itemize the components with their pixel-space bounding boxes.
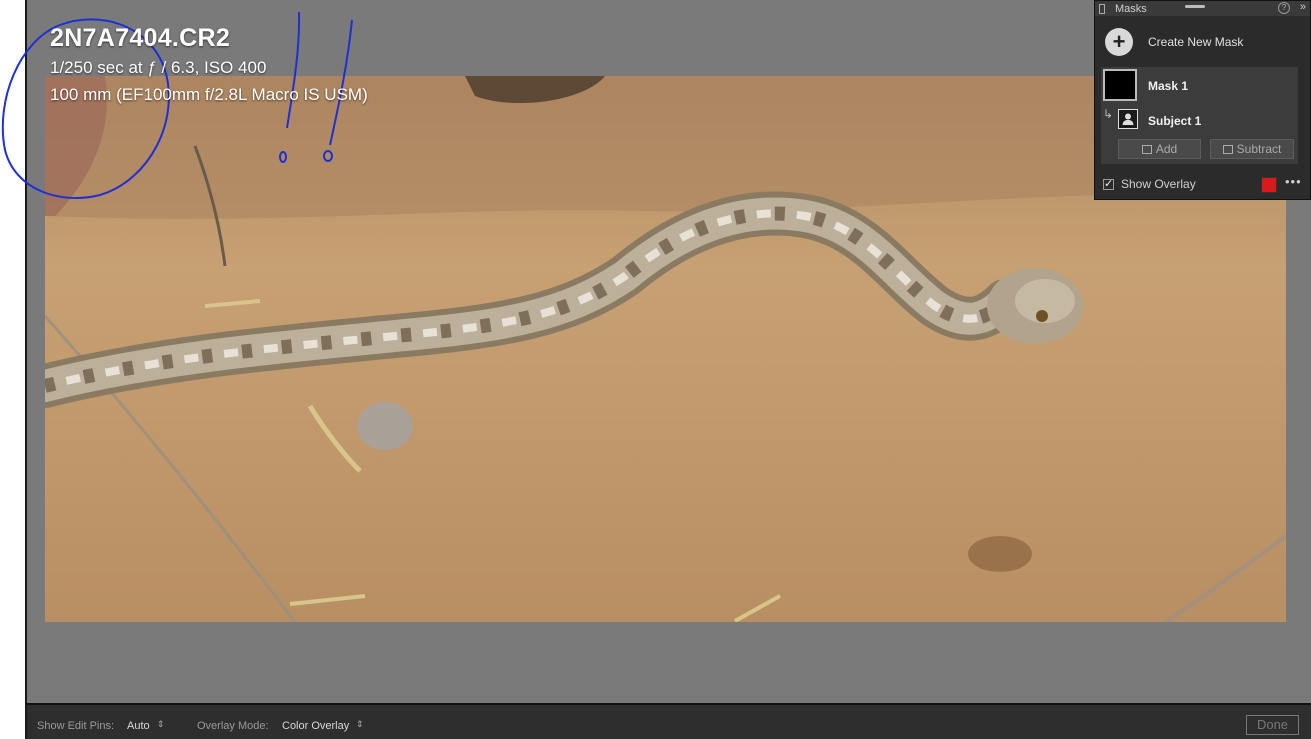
expand-icon[interactable]: » bbox=[1300, 1, 1306, 13]
done-button[interactable]: Done bbox=[1246, 715, 1299, 735]
subtract-label: Subtract bbox=[1236, 142, 1282, 156]
create-new-mask-label[interactable]: Create New Mask bbox=[1148, 35, 1243, 49]
masks-panel-title: Masks bbox=[1115, 2, 1147, 15]
masks-panel-header[interactable]: Masks ? » bbox=[1095, 1, 1310, 16]
bottom-toolbar: Show Edit Pins: Auto ⇕ Overlay Mode: Col… bbox=[25, 703, 1311, 739]
exposure-label: 1/250 sec at ƒ / 6.3, ISO 400 bbox=[50, 58, 267, 77]
subcomponent-arrow-icon: ↳ bbox=[1103, 107, 1114, 121]
overlay-color-swatch[interactable] bbox=[1261, 177, 1277, 193]
panel-icon bbox=[1099, 3, 1105, 14]
mask-name[interactable]: Mask 1 bbox=[1148, 79, 1188, 93]
show-overlay-row: ✓ Show Overlay ••• bbox=[1103, 174, 1303, 193]
show-edit-pins-select[interactable]: Auto bbox=[127, 720, 150, 732]
add-button[interactable]: Add bbox=[1118, 139, 1201, 159]
subtract-button[interactable]: Subtract bbox=[1210, 139, 1294, 159]
masks-panel: Masks ? » + Create New Mask Mask 1 ↳ Sub… bbox=[1094, 0, 1311, 200]
photo-info-overlay: 2N7A7404.CR2 1/250 sec at ƒ / 6.3, ISO 4… bbox=[50, 22, 368, 108]
show-edit-pins-label: Show Edit Pins: bbox=[37, 720, 115, 732]
lens-label: 100 mm (EF100mm f/2.8L Macro IS USM) bbox=[50, 85, 368, 104]
show-overlay-label[interactable]: Show Overlay bbox=[1121, 177, 1196, 191]
show-overlay-checkbox[interactable]: ✓ bbox=[1103, 178, 1114, 190]
plus-icon[interactable]: + bbox=[1105, 28, 1133, 56]
create-new-mask-row[interactable]: + Create New Mask bbox=[1105, 28, 1243, 56]
updown-chevron-icon[interactable]: ⇕ bbox=[157, 719, 165, 730]
subtract-mask-icon bbox=[1222, 144, 1233, 154]
mask-item[interactable]: Mask 1 ↳ Subject 1 Add Subtract bbox=[1101, 67, 1298, 164]
add-label: Add bbox=[1155, 142, 1178, 156]
more-options-icon[interactable]: ••• bbox=[1285, 174, 1302, 189]
overlay-mode-select[interactable]: Color Overlay bbox=[282, 720, 349, 732]
drag-handle[interactable] bbox=[1185, 5, 1205, 8]
person-icon[interactable] bbox=[1118, 109, 1138, 129]
question-icon[interactable]: ? bbox=[1278, 2, 1290, 14]
filename-label: 2N7A7404.CR2 bbox=[50, 24, 231, 52]
updown-chevron-icon[interactable]: ⇕ bbox=[356, 719, 364, 730]
subject-component-name[interactable]: Subject 1 bbox=[1148, 114, 1201, 128]
mask-thumbnail[interactable] bbox=[1103, 69, 1137, 101]
overlay-mode-label: Overlay Mode: bbox=[197, 720, 269, 732]
add-mask-icon bbox=[1141, 144, 1152, 154]
